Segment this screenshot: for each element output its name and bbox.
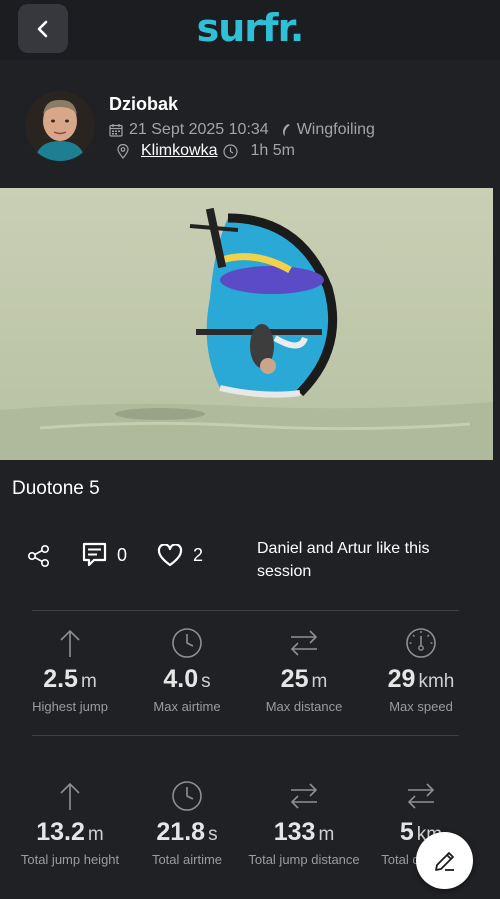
clock-icon <box>172 781 202 811</box>
app-logo: surfr. <box>196 6 305 50</box>
share-button[interactable] <box>27 544 51 568</box>
comments-button[interactable]: 0 <box>82 542 127 568</box>
stat-value: 25 <box>280 665 309 693</box>
likes-count: 2 <box>193 545 204 565</box>
calendar-icon <box>109 124 123 137</box>
session-location-row: Klimkowka 1h 5m <box>117 142 295 160</box>
stat-highest-jump: 2.5 m Highest jump <box>10 627 130 714</box>
location-link[interactable]: Klimkowka <box>141 142 217 160</box>
stat-total-airtime: 21.8 s Total airtime <box>127 780 247 867</box>
stat-unit: kmh <box>418 671 455 692</box>
stat-total-jump-distance: 133 m Total jump distance <box>244 780 364 867</box>
location-pin-icon <box>117 143 129 159</box>
stat-value: 29 <box>387 665 416 693</box>
arrows-swap-icon <box>407 783 435 809</box>
avatar[interactable] <box>25 91 95 161</box>
divider <box>32 610 459 611</box>
stat-label: Max distance <box>265 699 343 714</box>
divider <box>32 735 459 736</box>
arrow-up-icon <box>60 782 80 810</box>
stat-label: Highest jump <box>32 699 108 714</box>
stat-label: Total jump height <box>20 852 120 867</box>
clock-icon <box>223 143 239 159</box>
session-header: Dziobak 21 Sept 2025 10:34 Wingfoiling K… <box>0 60 500 188</box>
arrow-up-icon <box>60 629 80 657</box>
stat-label: Max speed <box>389 699 453 714</box>
edit-session-button[interactable] <box>416 832 473 889</box>
edit-icon <box>434 851 454 871</box>
stat-unit: m <box>318 824 335 845</box>
stat-unit: m <box>87 824 104 845</box>
likes-summary[interactable]: Daniel and Artur like this session <box>257 537 477 583</box>
stat-total-jump-height: 13.2 m Total jump height <box>10 780 130 867</box>
arrows-swap-icon <box>290 630 318 656</box>
stat-value: 4.0 <box>163 665 199 693</box>
session-date-row: 21 Sept 2025 10:34 Wingfoiling <box>109 121 375 139</box>
stat-max-airtime: 4.0 s Max airtime <box>127 627 247 714</box>
session-photo[interactable] <box>0 188 493 460</box>
stat-label: Max airtime <box>153 699 221 714</box>
heart-icon <box>157 544 183 567</box>
stat-unit: m <box>311 671 328 692</box>
arrows-swap-icon <box>290 783 318 809</box>
stat-max-distance: 25 m Max distance <box>244 627 364 714</box>
stat-max-speed: 29 kmh Max speed <box>361 627 481 714</box>
stat-unit: m <box>80 671 97 692</box>
stat-value: 133 <box>273 818 316 846</box>
session-sport: Wingfoiling <box>296 121 375 138</box>
stat-unit: s <box>201 671 211 692</box>
stat-value: 13.2 <box>36 818 85 846</box>
user-name[interactable]: Dziobak <box>109 94 178 115</box>
session-date: 21 Sept 2025 10:34 <box>129 121 269 138</box>
stat-value: 5 <box>399 818 414 846</box>
stat-value: 2.5 <box>43 665 78 693</box>
stat-unit: s <box>208 824 218 845</box>
stat-label: Total airtime <box>151 852 223 867</box>
speedometer-icon <box>406 628 436 658</box>
clock-icon <box>172 628 202 658</box>
like-button[interactable]: 2 <box>157 544 203 567</box>
share-icon <box>27 544 50 568</box>
session-duration: 1h 5m <box>250 142 295 159</box>
stat-label: Total jump distance <box>248 852 360 867</box>
comments-count: 0 <box>117 544 128 565</box>
wing-icon <box>282 124 290 136</box>
gear-name: Duotone 5 <box>12 478 100 499</box>
stat-value: 21.8 <box>156 818 206 846</box>
app-header: surfr. <box>0 0 500 60</box>
comment-icon <box>82 542 107 567</box>
